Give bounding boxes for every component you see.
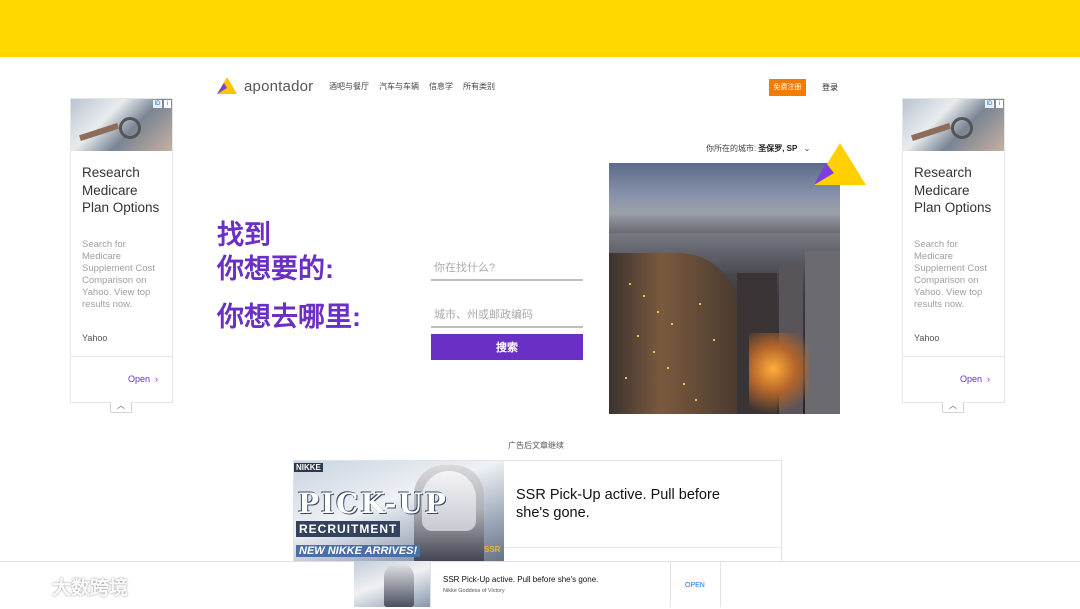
city-photo	[609, 163, 840, 414]
logo-text: apontador	[244, 77, 314, 95]
info-icon[interactable]: i	[996, 100, 1003, 108]
watermark-text: 大数跨境	[52, 578, 129, 599]
brand-triangle-icon	[814, 143, 866, 185]
ad-open-label: Open	[127, 374, 150, 384]
main-nav: 酒吧与餐厅 汽车与车辆 信息学 所有类别	[329, 81, 495, 92]
ad-title: Research Medicare Plan Options	[82, 165, 160, 215]
divider	[670, 561, 671, 607]
chevron-down-icon: ⌄	[803, 144, 811, 153]
ad-title: Research Medicare Plan Options	[914, 165, 992, 215]
what-search-input[interactable]	[431, 256, 583, 281]
collapse-ad-button[interactable]: ︿	[942, 402, 964, 413]
adchoices-icon[interactable]: ID	[153, 100, 162, 108]
ad-image-text: NEW NIKKE ARRIVES!	[296, 545, 421, 557]
chevron-right-icon: ›	[987, 374, 990, 384]
apontador-logo-icon	[217, 77, 237, 94]
sticky-ad-image[interactable]	[354, 561, 430, 607]
ad-continues-label: 广告后文章继续	[508, 441, 564, 450]
nav-cars-vehicles[interactable]: 汽车与车辆	[379, 81, 419, 92]
sticky-ad-open-button[interactable]: OPEN	[685, 582, 705, 589]
ad-source: Yahoo	[914, 333, 940, 343]
side-ad-left[interactable]: ID i Research Medicare Plan Options Sear…	[70, 98, 173, 403]
sticky-ad-subtitle: Nikke Goddess of Victory	[443, 588, 505, 594]
watermark-logo-icon	[9, 579, 48, 594]
nav-informatics[interactable]: 信息学	[429, 81, 453, 92]
native-ad[interactable]: NIKKE PICK-UP RECRUITMENT NEW NIKKE ARRI…	[293, 460, 782, 572]
city-selector[interactable]: 你所在的城市: 圣保罗, SP ⌄	[706, 143, 810, 154]
collapse-ad-button[interactable]: ︿	[110, 402, 132, 413]
native-ad-text: SSR Pick-Up active. Pull before she's go…	[516, 487, 720, 521]
ad-description: Search for Medicare Supplement Cost Comp…	[914, 239, 987, 310]
side-ad-right[interactable]: ID i Research Medicare Plan Options Sear…	[902, 98, 1005, 403]
chevron-right-icon: ›	[155, 374, 158, 384]
headline-what: 你想要的:	[217, 254, 334, 284]
headline-where: 你想去哪里:	[217, 302, 361, 332]
ad-source: Yahoo	[82, 333, 108, 343]
sticky-ad-title: SSR Pick-Up active. Pull before she's go…	[443, 575, 599, 584]
nav-bars-restaurants[interactable]: 酒吧与餐厅	[329, 81, 369, 92]
chevron-up-icon: ︿	[949, 401, 957, 410]
divider	[71, 356, 172, 357]
ad-description: Search for Medicare Supplement Cost Comp…	[82, 239, 155, 310]
register-button[interactable]: 免费注册	[769, 79, 806, 96]
chevron-up-icon: ︿	[117, 401, 125, 410]
ad-image-text: NIKKE	[294, 463, 323, 472]
city-label: 你所在的城市:	[706, 144, 757, 153]
nikke-ad-image: NIKKE PICK-UP RECRUITMENT NEW NIKKE ARRI…	[294, 461, 504, 571]
ad-thumbnail: ID i	[903, 99, 1004, 151]
ad-open-label: Open	[959, 374, 982, 384]
login-link[interactable]: 登录	[822, 82, 838, 93]
logo[interactable]: apontador	[216, 76, 313, 96]
headline-find: 找到	[217, 220, 271, 250]
info-icon[interactable]: i	[164, 100, 171, 108]
ad-image-text: SSR	[484, 545, 501, 554]
adchoices-icon[interactable]: ID	[985, 100, 994, 108]
divider	[903, 356, 1004, 357]
ad-open-button[interactable]: Open ›	[960, 374, 990, 384]
sticky-ad-body[interactable]	[430, 561, 721, 607]
top-yellow-bar	[0, 0, 1080, 57]
divider	[504, 547, 781, 548]
ad-open-button[interactable]: Open ›	[128, 374, 158, 384]
city-value: 圣保罗, SP	[758, 144, 798, 153]
watermark: 大数跨境	[8, 573, 128, 600]
where-location-input[interactable]	[431, 303, 583, 328]
ad-image-text: PICK-UP	[298, 487, 448, 520]
ad-thumbnail: ID i	[71, 99, 172, 151]
nav-all-categories[interactable]: 所有类别	[463, 81, 495, 92]
ad-image-text: RECRUITMENT	[296, 521, 401, 537]
search-button[interactable]: 搜索	[431, 334, 583, 360]
